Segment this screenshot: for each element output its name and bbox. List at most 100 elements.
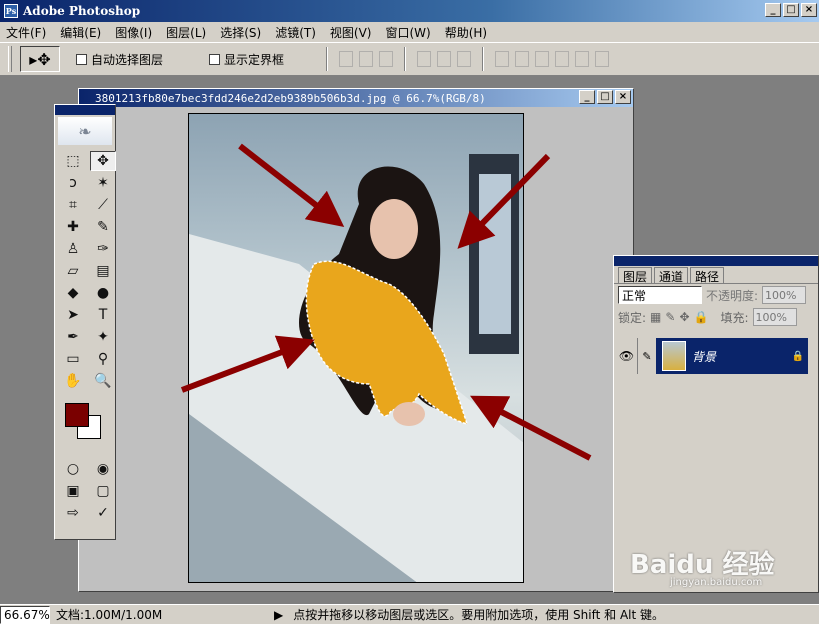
layers-panel-header[interactable] xyxy=(614,256,818,266)
auto-select-layer-checkbox[interactable]: 自动选择图层 xyxy=(76,51,163,68)
clone-stamp-icon[interactable]: ♙ xyxy=(60,239,86,259)
notes-tool-icon[interactable]: ▭ xyxy=(60,349,86,369)
fill-field[interactable]: 100% xyxy=(752,308,797,326)
align-top-icon[interactable] xyxy=(339,51,354,67)
separator xyxy=(482,47,485,71)
toolbox-header[interactable] xyxy=(55,105,115,115)
options-bar: ▸✥ 自动选择图层 显示定界框 xyxy=(0,42,819,76)
menu-layer[interactable]: 图层(L) xyxy=(166,24,206,41)
menu-bar: 文件(F) 编辑(E) 图像(I) 图层(L) 选择(S) 滤镜(T) 视图(V… xyxy=(0,22,819,42)
zoom-tool-icon[interactable]: 🔍 xyxy=(90,371,116,391)
menu-file[interactable]: 文件(F) xyxy=(6,24,46,41)
imageready-icon[interactable]: ✓ xyxy=(90,503,116,523)
gradient-tool-icon[interactable]: ▤ xyxy=(90,261,116,281)
tool-grid: ⬚ ✥ ↄ ✶ ⌗ ⟋ ✚ ✎ ♙ ✑ ▱ ▤ ◆ ● ➤ T ✒ ✦ ▭ ⚲ … xyxy=(55,147,116,395)
status-hint: 点按并拖移以移动图层或选区。要用附加选项，使用 Shift 和 Alt 键。 xyxy=(293,608,665,622)
options-grip[interactable] xyxy=(8,46,12,72)
menu-window[interactable]: 窗口(W) xyxy=(385,24,430,41)
layer-link-brush-icon[interactable]: ✎ xyxy=(638,338,656,374)
history-brush-icon[interactable]: ✑ xyxy=(90,239,116,259)
status-bar: 66.67% 文档:1.00M/1.00M ▶ 点按并拖移以移动图层或选区。要用… xyxy=(0,604,819,624)
mode-grid: ○ ◉ ▣ ▢ ⇨ ✓ xyxy=(55,455,115,527)
menu-view[interactable]: 视图(V) xyxy=(330,24,372,41)
document-title-bar[interactable]: 3801213fb80e7bec3fdd246e2d2eb9389b506b3d… xyxy=(79,89,633,107)
lock-row: 锁定: ▦ ✎ ✥ 🔒 填充: 100% xyxy=(614,306,818,328)
path-select-icon[interactable]: ➤ xyxy=(60,305,86,325)
opacity-field[interactable]: 100% xyxy=(762,286,807,304)
lock-pixels-icon[interactable]: ✎ xyxy=(665,310,675,324)
layers-panel: 图层 通道 路径 正常 不透明度: 100% 锁定: ▦ ✎ ✥ 🔒 填充: 1… xyxy=(613,255,819,593)
align-vcenter-icon[interactable] xyxy=(359,51,374,67)
image-canvas[interactable] xyxy=(188,113,524,583)
dodge-tool-icon[interactable]: ● xyxy=(90,283,116,303)
distribute-left-icon[interactable] xyxy=(555,51,570,67)
quickmask-mode-icon[interactable]: ◉ xyxy=(90,459,116,479)
feather-logo-icon[interactable]: ❧ xyxy=(58,117,112,145)
doc-size[interactable]: 文档:1.00M/1.00M xyxy=(56,606,274,623)
brush-tool-icon[interactable]: ✎ xyxy=(90,217,116,237)
hand-tool-icon[interactable]: ✋ xyxy=(60,371,86,391)
tab-channels[interactable]: 通道 xyxy=(654,267,689,284)
menu-edit[interactable]: 编辑(E) xyxy=(60,24,101,41)
doc-close-button[interactable]: × xyxy=(615,90,631,104)
standard-mode-icon[interactable]: ○ xyxy=(60,459,86,479)
distribute-hcenter-icon[interactable] xyxy=(575,51,590,67)
menu-select[interactable]: 选择(S) xyxy=(220,24,261,41)
window-glass xyxy=(479,174,511,334)
lock-position-icon[interactable]: ✥ xyxy=(679,310,689,324)
align-right-icon[interactable] xyxy=(457,51,472,67)
layer-row-background[interactable]: 👁 ✎ 背景 🔒 xyxy=(616,338,808,374)
align-left-icon[interactable] xyxy=(417,51,432,67)
distribute-right-icon[interactable] xyxy=(595,51,610,67)
eraser-tool-icon[interactable]: ▱ xyxy=(60,261,86,281)
close-button[interactable]: × xyxy=(801,3,817,17)
jump-imageready-icon[interactable]: ⇨ xyxy=(60,503,86,523)
shape-tool-icon[interactable]: ✦ xyxy=(90,327,116,347)
tab-layers[interactable]: 图层 xyxy=(618,267,653,284)
blend-mode-select[interactable]: 正常 xyxy=(618,286,702,304)
marquee-tool-icon[interactable]: ⬚ xyxy=(60,151,86,171)
title-bar: Ps Adobe Photoshop _ □ × xyxy=(0,0,819,22)
distribute-top-icon[interactable] xyxy=(495,51,510,67)
app-title: Adobe Photoshop xyxy=(23,4,141,18)
show-bounds-checkbox[interactable]: 显示定界框 xyxy=(209,51,284,68)
tab-paths[interactable]: 路径 xyxy=(690,267,725,284)
move-tool-icon[interactable]: ✥ xyxy=(90,151,116,171)
status-arrow-icon[interactable]: ▶ xyxy=(274,608,283,622)
watermark-url: jingyan.baidu.com xyxy=(670,577,763,588)
menu-help[interactable]: 帮助(H) xyxy=(445,24,487,41)
pen-tool-icon[interactable]: ✒ xyxy=(60,327,86,347)
menu-filter[interactable]: 滤镜(T) xyxy=(275,24,316,41)
screen-mode-icon[interactable]: ▣ xyxy=(60,481,86,501)
lock-all-icon[interactable]: 🔒 xyxy=(694,310,709,324)
healing-brush-icon[interactable]: ✚ xyxy=(60,217,86,237)
show-bounds-label: 显示定界框 xyxy=(224,52,285,67)
layer-visibility-eye-icon[interactable]: 👁 xyxy=(616,338,638,374)
show-bounds-box[interactable] xyxy=(209,53,221,65)
fullscreen-mode-icon[interactable]: ▢ xyxy=(90,481,116,501)
magic-wand-tool-icon[interactable]: ✶ xyxy=(90,173,116,193)
maximize-button[interactable]: □ xyxy=(783,3,799,17)
zoom-field[interactable]: 66.67% xyxy=(0,605,50,624)
foreground-color[interactable] xyxy=(65,403,89,427)
blur-tool-icon[interactable]: ◆ xyxy=(60,283,86,303)
menu-image[interactable]: 图像(I) xyxy=(115,24,152,41)
auto-select-box[interactable] xyxy=(76,53,87,65)
layer-name[interactable]: 背景 xyxy=(692,348,716,365)
slice-tool-icon[interactable]: ⟋ xyxy=(90,195,116,215)
layers-tabs: 图层 通道 路径 xyxy=(614,266,818,284)
opacity-label: 不透明度: xyxy=(706,288,759,303)
type-tool-icon[interactable]: T xyxy=(90,305,116,325)
minimize-button[interactable]: _ xyxy=(765,3,781,17)
distribute-vcenter-icon[interactable] xyxy=(515,51,530,67)
lock-transparent-icon[interactable]: ▦ xyxy=(650,310,661,324)
doc-maximize-button[interactable]: □ xyxy=(597,90,613,104)
eyedropper-tool-icon[interactable]: ⚲ xyxy=(90,349,116,369)
align-hcenter-icon[interactable] xyxy=(437,51,452,67)
distribute-bottom-icon[interactable] xyxy=(535,51,550,67)
crop-tool-icon[interactable]: ⌗ xyxy=(60,195,86,215)
lasso-tool-icon[interactable]: ↄ xyxy=(60,173,86,193)
align-bottom-icon[interactable] xyxy=(379,51,394,67)
move-tool-preset-icon[interactable]: ▸✥ xyxy=(20,46,60,72)
doc-minimize-button[interactable]: _ xyxy=(579,90,595,104)
